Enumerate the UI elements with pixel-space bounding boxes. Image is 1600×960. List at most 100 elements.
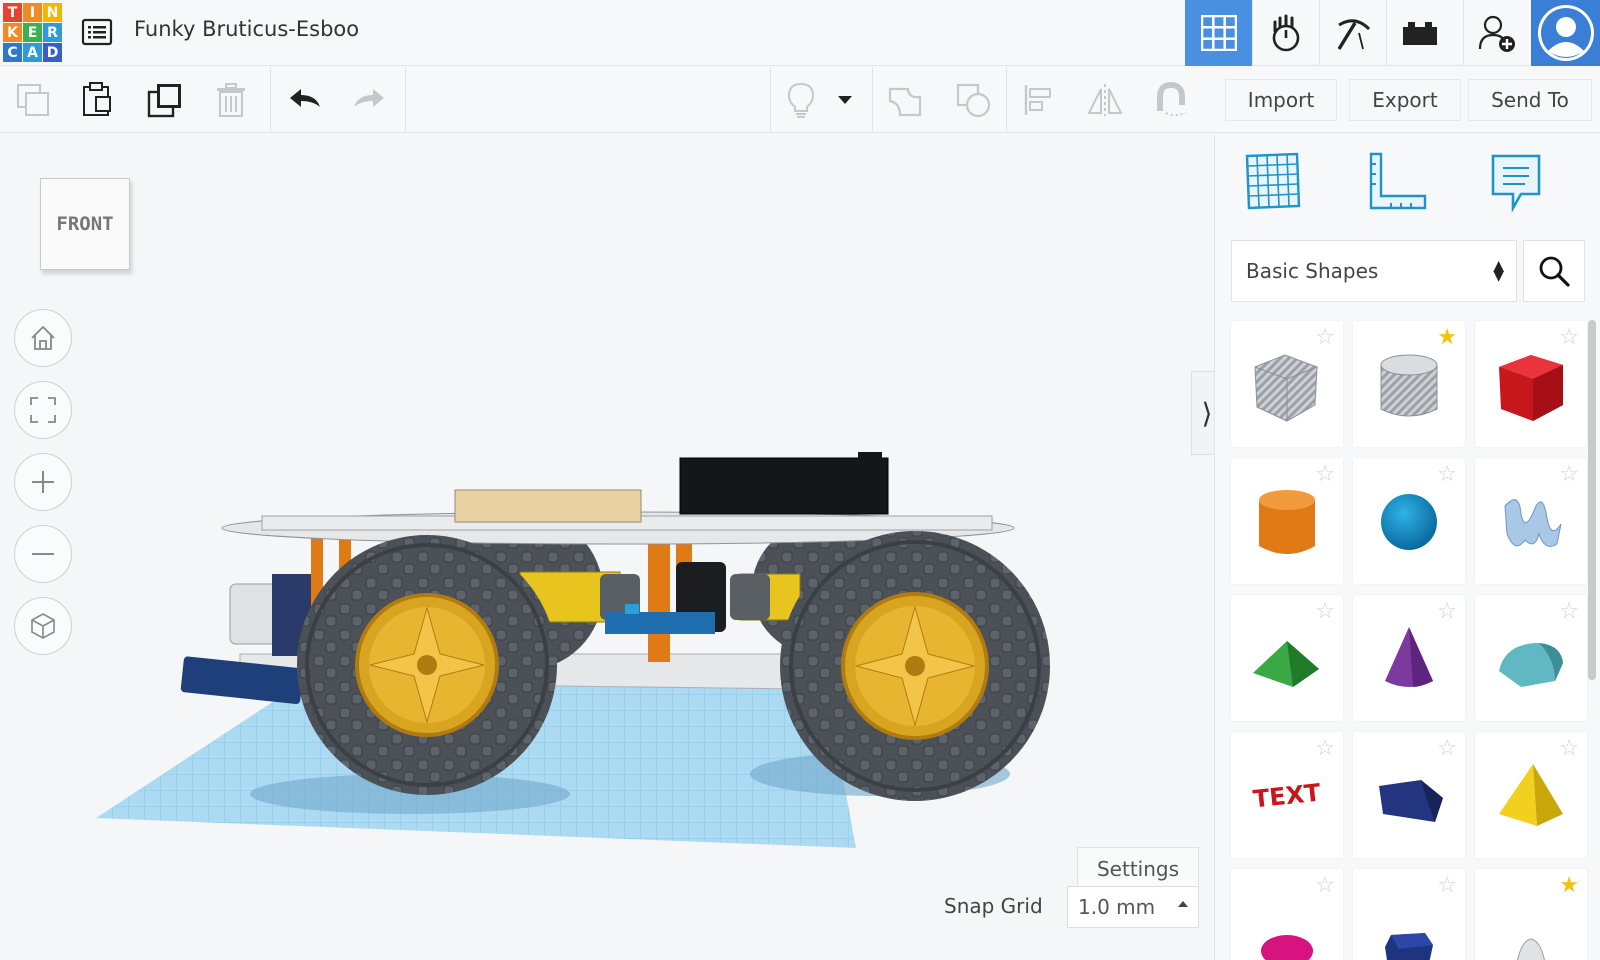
text-shape-label: TEXT — [1252, 778, 1323, 813]
workplane-tool-button[interactable] — [1241, 150, 1305, 214]
edit-toolbar — [0, 67, 1214, 133]
chevron-right-icon: ⟩ — [1201, 396, 1213, 430]
shape-text[interactable]: ☆ TEXT — [1231, 732, 1343, 858]
scribble-icon — [1504, 499, 1562, 547]
design-title[interactable]: Funky Bruticus-Esboo — [134, 17, 359, 41]
shape-wedge[interactable]: ☆ — [1353, 732, 1465, 858]
shape-sphere[interactable]: ☆ — [1353, 458, 1465, 584]
shape-polygon[interactable]: ☆ — [1353, 869, 1465, 960]
file-actions: Import Export Send To — [1214, 67, 1600, 133]
mirror-button[interactable] — [1084, 79, 1126, 121]
star-icon[interactable]: ☆ — [1315, 738, 1335, 760]
grid-icon — [1200, 15, 1237, 51]
star-filled-icon[interactable]: ★ — [1437, 327, 1457, 349]
star-icon[interactable]: ☆ — [1559, 464, 1579, 486]
wedge-icon — [1379, 780, 1443, 822]
undo-icon — [290, 89, 320, 107]
nav-3d-design[interactable] — [1185, 0, 1252, 66]
star-icon[interactable]: ☆ — [1437, 738, 1457, 760]
chevron-up-icon — [1178, 901, 1188, 907]
star-icon[interactable]: ☆ — [1315, 875, 1335, 897]
nav-simulation[interactable] — [1252, 0, 1319, 66]
magnet-icon — [1157, 81, 1187, 116]
star-icon[interactable]: ☆ — [1437, 875, 1457, 897]
duplicate-button[interactable] — [144, 79, 186, 121]
shape-scribble[interactable]: ☆ — [1475, 458, 1587, 584]
export-button[interactable]: Export — [1349, 79, 1461, 121]
shape-roof[interactable]: ☆ — [1231, 595, 1343, 721]
star-icon[interactable]: ☆ — [1437, 601, 1457, 623]
box-hole-icon — [1254, 354, 1318, 422]
settings-button[interactable]: Settings — [1077, 847, 1199, 891]
shape-half-sphere[interactable]: ☆ — [1231, 869, 1343, 960]
redo-button[interactable] — [348, 79, 390, 121]
chevron-down-icon — [838, 96, 852, 104]
logo-letter: N — [43, 3, 62, 22]
cruise-button[interactable] — [1150, 79, 1192, 121]
star-filled-icon[interactable]: ★ — [1559, 875, 1579, 897]
cone-icon — [1385, 627, 1433, 687]
ungroup-button[interactable] — [952, 79, 994, 121]
text-shape-icon: TEXT — [1252, 778, 1323, 813]
trash-icon — [217, 83, 245, 117]
star-icon[interactable]: ☆ — [1559, 738, 1579, 760]
user-icon — [1537, 5, 1594, 61]
notes-icon — [1491, 154, 1541, 213]
ruler-tool-button[interactable] — [1365, 150, 1429, 214]
snap-grid-select[interactable]: 1.0 mm — [1067, 886, 1199, 928]
roof-icon — [1253, 641, 1319, 687]
shape-paraboloid[interactable]: ★ — [1475, 869, 1587, 960]
shape-cylinder-hole[interactable]: ★ — [1353, 321, 1465, 447]
snap-grid-label: Snap Grid — [944, 894, 1043, 918]
tinkercad-logo[interactable]: T I N K E R C A D — [3, 3, 63, 63]
star-icon[interactable]: ☆ — [1559, 601, 1579, 623]
nav-build[interactable] — [1319, 0, 1386, 66]
star-icon[interactable]: ☆ — [1315, 601, 1335, 623]
shape-cone[interactable]: ☆ — [1353, 595, 1465, 721]
star-icon[interactable]: ☆ — [1315, 464, 1335, 486]
shape-library-select[interactable]: Basic Shapes ▲ ▼ — [1231, 240, 1517, 302]
designs-list-button[interactable] — [81, 16, 113, 48]
light-bulb-icon — [787, 82, 815, 118]
logo-letter: E — [23, 23, 42, 42]
logo-letter: T — [3, 3, 22, 22]
group-icon — [888, 87, 922, 117]
send-to-button[interactable]: Send To — [1468, 79, 1592, 121]
group-button[interactable] — [884, 79, 926, 121]
undo-button[interactable] — [284, 79, 326, 121]
round-roof-icon — [1499, 643, 1563, 687]
half-sphere-icon — [1261, 935, 1313, 960]
star-icon[interactable]: ☆ — [1559, 327, 1579, 349]
import-button[interactable]: Import — [1225, 79, 1337, 121]
copy-button[interactable] — [12, 79, 54, 121]
workplane-canvas[interactable]: FRONT Settings Snap Grid 1.0 mm — [0, 134, 1214, 960]
paste-button[interactable] — [76, 79, 118, 121]
brick-icon — [1403, 22, 1437, 45]
shape-search-button[interactable] — [1523, 240, 1585, 302]
logo-letter: C — [3, 43, 22, 62]
shape-box[interactable]: ☆ — [1475, 321, 1587, 447]
select-arrows-icon: ▲ ▼ — [1493, 258, 1504, 284]
invite-people-button[interactable] — [1463, 0, 1530, 66]
pickaxe-icon — [1337, 19, 1371, 50]
delete-button[interactable] — [210, 79, 252, 121]
star-icon[interactable]: ☆ — [1315, 327, 1335, 349]
star-icon[interactable]: ☆ — [1437, 464, 1457, 486]
ruler-icon — [1369, 152, 1427, 210]
nav-blocks[interactable] — [1386, 0, 1453, 66]
logo-letter: I — [23, 3, 42, 22]
shape-pyramid[interactable]: ☆ — [1475, 732, 1587, 858]
align-button[interactable] — [1018, 79, 1060, 121]
shapes-panel: Basic Shapes ▲ ▼ ☆ ★ ☆ ☆ ☆ ☆ ☆ ☆ ☆ ☆ TEX… — [1214, 134, 1600, 960]
panel-scrollbar[interactable] — [1588, 320, 1596, 680]
shape-cylinder[interactable]: ☆ — [1231, 458, 1343, 584]
notes-tool-button[interactable] — [1485, 150, 1549, 214]
user-avatar[interactable] — [1531, 0, 1600, 66]
robot-car-model[interactable] — [0, 134, 1214, 960]
light-button[interactable] — [780, 79, 822, 121]
pyramid-icon — [1499, 764, 1563, 826]
align-icon — [1024, 85, 1051, 115]
light-dropdown-button[interactable] — [830, 79, 860, 121]
shape-round-roof[interactable]: ☆ — [1475, 595, 1587, 721]
shape-box-hole[interactable]: ☆ — [1231, 321, 1343, 447]
